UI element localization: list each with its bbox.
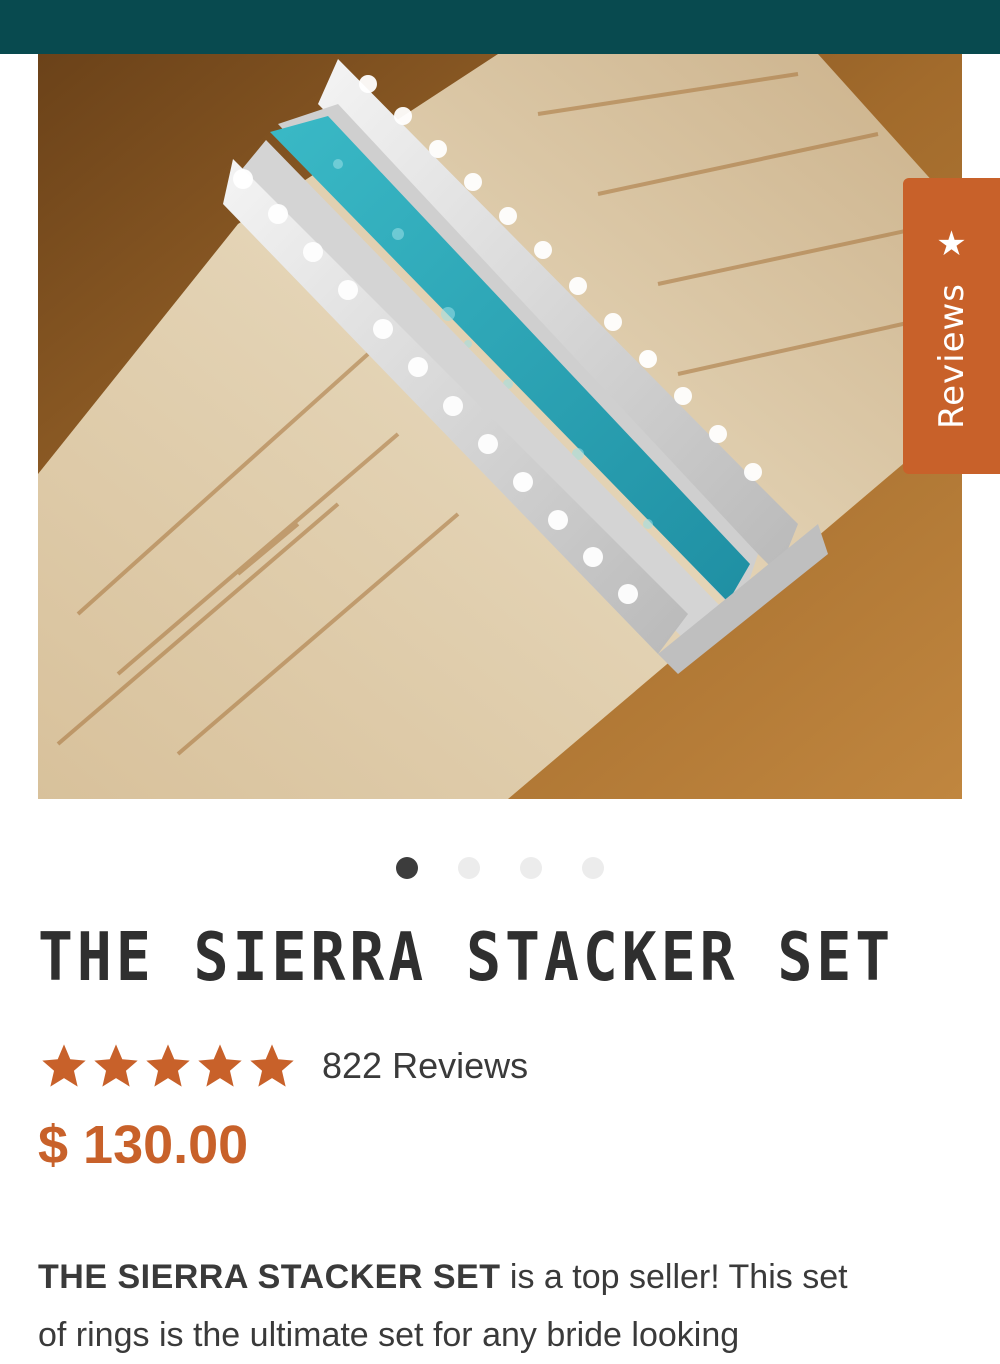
star-rating xyxy=(38,1040,298,1092)
star-icon xyxy=(42,1044,86,1087)
carousel-dot-4[interactable] xyxy=(582,857,604,879)
reviews-tab-label: Reviews xyxy=(931,282,972,430)
star-icon xyxy=(250,1044,294,1087)
product-description: THE SIERRA STACKER SET is a top seller! … xyxy=(38,1248,968,1364)
description-lead: THE SIERRA STACKER SET xyxy=(38,1258,501,1296)
product-title: THE SIERRA STACKER SET xyxy=(38,918,895,997)
description-line1: is a top seller! This set xyxy=(500,1258,848,1296)
reviews-side-tab[interactable]: ★ Reviews xyxy=(903,178,1000,474)
description-line2: of rings is the ultimate set for any bri… xyxy=(38,1316,740,1354)
rating-row[interactable]: 822 Reviews xyxy=(38,1036,528,1096)
image-carousel-dots xyxy=(0,857,1000,881)
star-icon: ★ xyxy=(936,224,967,264)
carousel-dot-3[interactable] xyxy=(520,857,542,879)
carousel-dot-2[interactable] xyxy=(458,857,480,879)
star-icon xyxy=(94,1044,138,1087)
product-image[interactable] xyxy=(38,54,962,799)
star-icon xyxy=(198,1044,242,1087)
review-count-link[interactable]: 822 Reviews xyxy=(322,1045,528,1087)
ring-stack-photo xyxy=(38,54,962,799)
product-price: $ 130.00 xyxy=(38,1115,249,1175)
carousel-dot-1[interactable] xyxy=(396,857,418,879)
star-icon xyxy=(146,1044,190,1087)
top-header-bar xyxy=(0,0,1000,54)
